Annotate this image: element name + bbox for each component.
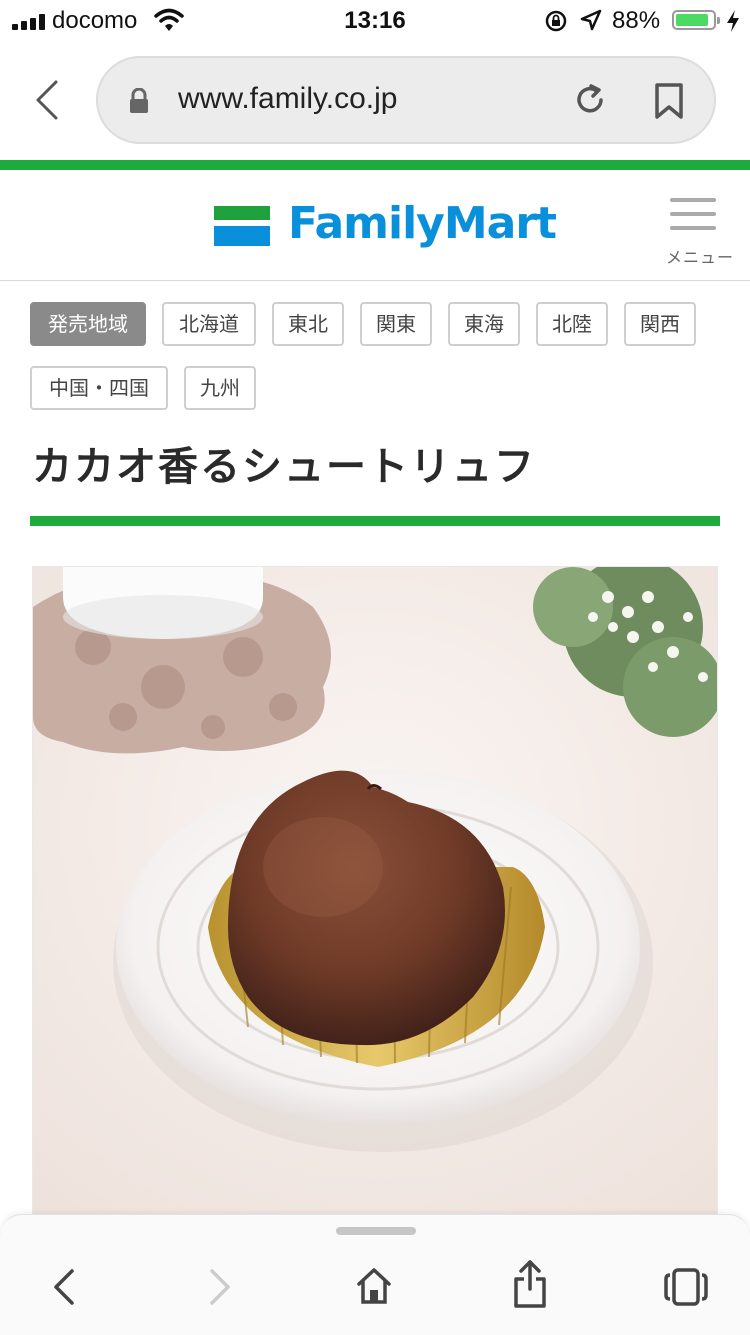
tabs-icon[interactable]	[664, 1267, 708, 1307]
padlock-icon	[130, 88, 148, 113]
location-icon	[580, 9, 602, 31]
battery-percent: 88%	[612, 7, 661, 34]
rotation-lock-icon	[545, 10, 567, 32]
toolbar-grabber[interactable]	[336, 1227, 416, 1235]
region-tag-kansai[interactable]: 関西	[624, 302, 696, 346]
status-bar: docomo 13:16 88%	[0, 0, 750, 42]
product-image	[32, 566, 718, 1216]
region-tag-kyushu[interactable]: 九州	[184, 366, 256, 410]
region-heading: 発売地域	[30, 302, 146, 346]
region-tag-tohoku[interactable]: 東北	[272, 302, 344, 346]
menu-button[interactable]: メニュー	[666, 196, 733, 267]
region-tag-kanto[interactable]: 関東	[360, 302, 432, 346]
bookmark-icon[interactable]	[654, 82, 684, 120]
browser-toolbar	[0, 1214, 750, 1335]
region-tag-hokkaido[interactable]: 北海道	[162, 302, 256, 346]
back-arrow-icon[interactable]	[50, 1267, 78, 1307]
product-title: カカオ香るシュートリュフ	[32, 444, 536, 490]
address-bar[interactable]: www.family.co.jp	[96, 56, 716, 144]
browser-back-icon[interactable]	[28, 78, 68, 122]
url-text[interactable]: www.family.co.jp	[178, 82, 398, 116]
region-tag-hokuriku[interactable]: 北陸	[536, 302, 608, 346]
charging-bolt-icon	[727, 10, 739, 32]
battery-icon	[672, 10, 720, 30]
title-underline	[30, 516, 720, 526]
header-accent-line	[0, 160, 750, 170]
familymart-logo-mark[interactable]	[214, 206, 270, 246]
region-tag-tokai[interactable]: 東海	[448, 302, 520, 346]
home-icon[interactable]	[356, 1267, 392, 1305]
menu-label: メニュー	[666, 248, 735, 267]
reload-icon[interactable]	[572, 82, 608, 118]
familymart-logo-text[interactable]: FamilyMart	[288, 198, 557, 249]
site-header: FamilyMart メニュー	[0, 170, 750, 281]
forward-arrow-icon[interactable]	[206, 1267, 234, 1307]
region-tag-chugoku-shikoku[interactable]: 中国・四国	[30, 366, 168, 410]
share-icon[interactable]	[512, 1259, 548, 1309]
